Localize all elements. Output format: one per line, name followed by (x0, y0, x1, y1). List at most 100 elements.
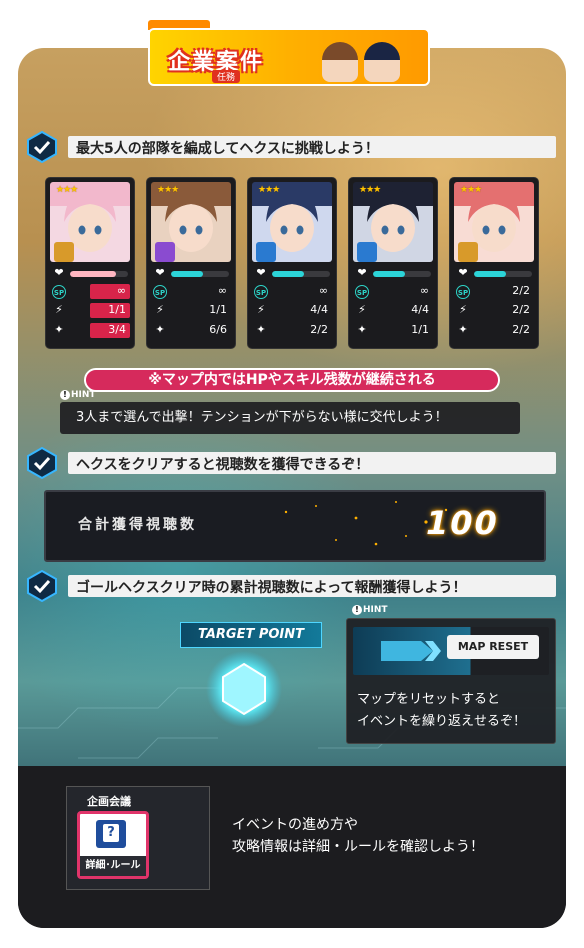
map-reset-hint-box: MAP RESET マップをリセットすると イベントを繰り返えせるぞ！ (346, 618, 556, 744)
sp-icon: SP (254, 285, 268, 299)
skill-boot-icon: ✦ (155, 323, 165, 336)
sp-value: ∞ (217, 284, 227, 297)
skill2-value: 1/1 (411, 323, 429, 336)
guide-line-2: 攻略情報は詳細・ルールを確認しよう！ (232, 839, 484, 855)
heart-icon: ❤ (458, 266, 468, 279)
skill1-value: 1/1 (90, 303, 130, 318)
section-text: 最大5人の部隊を編成してヘクスに挑戦しよう！ (76, 141, 379, 157)
star-rating: ★★★ (359, 185, 381, 195)
sp-icon: SP (456, 285, 470, 299)
banner-body: 企業案件 任務 (148, 28, 430, 86)
skill-lightning-icon: ⚡ (358, 303, 366, 316)
section-header-party: 最大5人の部隊を編成してヘクスに挑戦しよう！ (26, 131, 556, 163)
unit-card[interactable]: ★★★ ❤ SP ∞ ⚡ 1/1 ✦ 3/4 (46, 178, 134, 348)
skill-boot-icon: ✦ (458, 323, 468, 336)
star-rating: ★★★ (460, 185, 482, 195)
sp-row: SP 2/2 (456, 284, 534, 300)
skill1-row: ⚡ 1/1 (52, 303, 130, 319)
skill2-value: 3/4 (90, 323, 130, 338)
map-reset-hint-text: マップをリセットすると イベントを繰り返えせるぞ！ (357, 689, 553, 733)
skill1-value: 4/4 (310, 303, 328, 316)
hp-row: ❤ (52, 266, 130, 282)
hint-box-deploy: 3人まで選んで出撃！テンションが下がらない様に交代しよう！ (60, 402, 520, 434)
target-point-label: TARGET POINT (180, 622, 322, 648)
hp-bar (70, 271, 128, 277)
section-header-reward: ゴールヘクスクリア時の累計視聴数によって報酬獲得しよう！ (26, 570, 556, 602)
hp-bar (272, 271, 330, 277)
total-views-panel: 合計獲得視聴数 100 (44, 490, 546, 562)
skill1-value: 2/2 (512, 303, 530, 316)
sp-icon: SP (355, 285, 369, 299)
question-mark-icon: ? (103, 824, 119, 842)
hp-row: ❤ (456, 266, 534, 282)
hp-bar-fill (171, 271, 203, 277)
sp-row: SP ∞ (153, 284, 231, 300)
sp-row: SP ∞ (52, 284, 130, 300)
hint-label: ! HINT (60, 390, 96, 400)
skill-lightning-icon: ⚡ (156, 303, 164, 316)
star-rating: ★★★ (258, 185, 280, 195)
unit-role-icon (155, 242, 175, 262)
arrow-right-icon (381, 641, 441, 661)
skill-boot-icon: ✦ (357, 323, 367, 336)
total-views-label: 合計獲得視聴数 (78, 517, 197, 533)
unit-role-icon (54, 242, 74, 262)
unit-portrait: ★★★ (50, 182, 130, 262)
hp-bar-fill (272, 271, 304, 277)
map-hint-line-2: イベントを繰り返えせるぞ！ (357, 714, 527, 729)
rules-guide-text: イベントの進め方や 攻略情報は詳細・ルールを確認しよう！ (232, 814, 484, 858)
unit-card[interactable]: ★★★ ❤ SP ∞ ⚡ 4/4 ✦ 1/1 (349, 178, 437, 348)
section-text: ゴールヘクスクリア時の累計視聴数によって報酬獲得しよう！ (76, 580, 467, 596)
section-header-views: ヘクスをクリアすると視聴数を獲得できるぞ！ (26, 447, 556, 479)
hp-bar-fill (70, 271, 117, 277)
unit-portrait: ★★★ (252, 182, 332, 262)
skill1-row: ⚡ 2/2 (456, 303, 534, 319)
sp-value: ∞ (318, 284, 328, 297)
sp-row: SP ∞ (355, 284, 433, 300)
sparkle-decoration (284, 501, 448, 546)
skill-lightning-icon: ⚡ (55, 303, 63, 316)
rule-book-icon: ? (96, 820, 126, 848)
skill2-row: ✦ 3/4 (52, 323, 130, 339)
unit-portrait: ★★★ (454, 182, 534, 262)
star-rating: ★★★ (157, 185, 179, 195)
menu-title: 企画会議 (87, 795, 131, 808)
map-reset-button[interactable]: MAP RESET (447, 635, 539, 659)
planning-meeting-panel: 企画会議 ? 詳細･ルール (66, 786, 210, 890)
unit-role-icon (256, 242, 276, 262)
hp-bar (474, 271, 532, 277)
hp-row: ❤ (254, 266, 332, 282)
sp-row: SP ∞ (254, 284, 332, 300)
unit-portrait: ★★★ (151, 182, 231, 262)
unit-role-icon (458, 242, 478, 262)
unit-portrait: ★★★ (353, 182, 433, 262)
skill2-row: ✦ 1/1 (355, 323, 433, 339)
unit-card[interactable]: ★★★ ❤ SP ∞ ⚡ 1/1 ✦ 6/6 (147, 178, 235, 348)
unit-card[interactable]: ★★★ ❤ SP 2/2 ⚡ 2/2 ✦ 2/2 (450, 178, 538, 348)
hp-carryover-notice: ※マップ内ではHPやスキル残数が継続される (84, 368, 500, 392)
sp-value: ∞ (90, 284, 130, 299)
hp-row: ❤ (153, 266, 231, 282)
chibi-character-glasses-icon (364, 42, 400, 82)
unit-role-icon (357, 242, 377, 262)
heart-icon: ❤ (155, 266, 165, 279)
event-banner: 企業案件 任務 (148, 20, 430, 86)
hp-bar-fill (474, 271, 506, 277)
guide-line-1: イベントの進め方や (232, 817, 358, 833)
info-icon: ! (60, 390, 70, 400)
hint-label: ! HINT (352, 605, 388, 615)
skill-boot-icon: ✦ (256, 323, 266, 336)
hp-bar-fill (373, 271, 405, 277)
map-hint-line-1: マップをリセットすると (357, 692, 501, 707)
sp-icon: SP (52, 285, 66, 299)
star-rating: ★★★ (56, 185, 78, 195)
details-rules-button[interactable]: ? 詳細･ルール (77, 811, 149, 879)
unit-card[interactable]: ★★★ ❤ SP ∞ ⚡ 4/4 ✦ 2/2 (248, 178, 336, 348)
details-rules-label: 詳細･ルール (80, 856, 146, 876)
skill2-value: 6/6 (209, 323, 227, 336)
total-views-value: 100 (426, 504, 499, 542)
skill-lightning-icon: ⚡ (257, 303, 265, 316)
skill-boot-icon: ✦ (54, 323, 64, 336)
heart-icon: ❤ (357, 266, 367, 279)
skill1-row: ⚡ 4/4 (254, 303, 332, 319)
